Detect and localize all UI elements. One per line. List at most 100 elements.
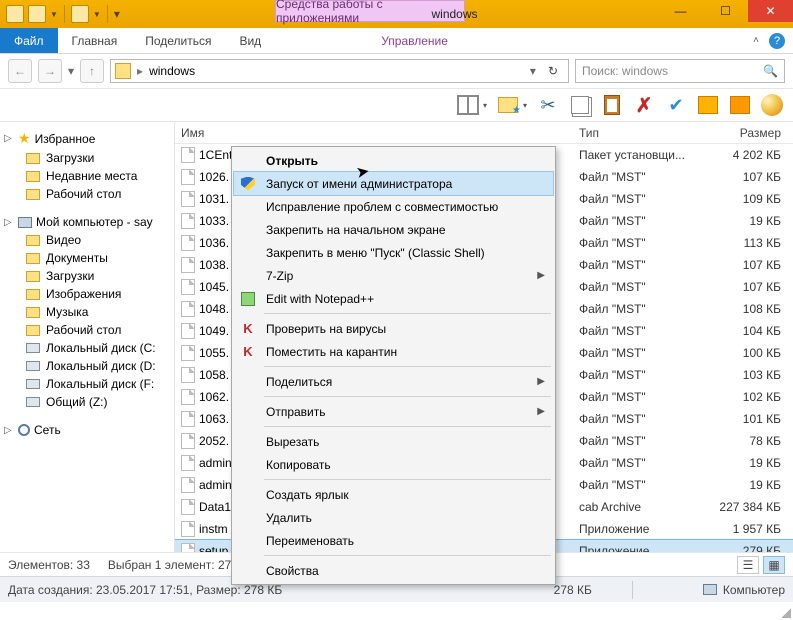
kaspersky-icon: K bbox=[243, 321, 252, 336]
nav-favorites-header[interactable]: ▷★Избранное bbox=[0, 128, 174, 149]
column-type[interactable]: Тип bbox=[579, 126, 713, 140]
file-icon bbox=[181, 521, 195, 537]
file-icon bbox=[181, 367, 195, 383]
file-icon bbox=[181, 191, 195, 207]
layout-panes-icon[interactable] bbox=[457, 94, 479, 116]
menu-item[interactable]: Вырезать bbox=[234, 430, 553, 453]
tool-icon[interactable] bbox=[697, 94, 719, 116]
menu-item[interactable]: KПроверить на вирусы bbox=[234, 317, 553, 340]
context-menu[interactable]: ОткрытьЗапуск от имени администратораИсп… bbox=[231, 146, 556, 585]
drive-icon bbox=[26, 343, 40, 353]
paste-icon[interactable] bbox=[601, 94, 623, 116]
maximize-button[interactable]: ☐ bbox=[703, 0, 748, 22]
file-icon bbox=[181, 235, 195, 251]
sidebar-item[interactable]: Изображения bbox=[0, 285, 174, 303]
folder-icon bbox=[26, 307, 40, 318]
sidebar-item[interactable]: Загрузки bbox=[0, 267, 174, 285]
tab-home[interactable]: Главная bbox=[58, 28, 132, 53]
qat-icon[interactable] bbox=[71, 5, 89, 23]
view-icons-button[interactable]: ▦ bbox=[763, 556, 785, 574]
qat-icon[interactable] bbox=[28, 5, 46, 23]
column-size[interactable]: Размер bbox=[713, 126, 791, 140]
sidebar-item[interactable]: Общий (Z:) bbox=[0, 393, 174, 411]
tab-manage[interactable]: Управление bbox=[367, 28, 462, 53]
sidebar-item[interactable]: Загрузки bbox=[0, 149, 174, 167]
menu-item[interactable]: Запуск от имени администратора bbox=[234, 172, 553, 195]
folder-icon bbox=[26, 235, 40, 246]
nav-computer-header[interactable]: ▷Мой компьютер - say bbox=[0, 213, 174, 231]
up-button[interactable]: ↑ bbox=[80, 59, 104, 83]
menu-item[interactable]: Открыть bbox=[234, 149, 553, 172]
resize-grip-icon[interactable] bbox=[779, 606, 791, 618]
file-icon bbox=[181, 455, 195, 471]
tab-view[interactable]: Вид bbox=[225, 28, 275, 53]
properties-icon[interactable]: ✔ bbox=[665, 94, 687, 116]
nav-network-header[interactable]: ▷Сеть bbox=[0, 421, 174, 439]
menu-item[interactable]: Копировать bbox=[234, 453, 553, 476]
sidebar-item[interactable]: Рабочий стол bbox=[0, 185, 174, 203]
file-icon bbox=[181, 389, 195, 405]
chevron-down-icon[interactable]: ▾ bbox=[530, 64, 536, 78]
menu-item[interactable]: Переименовать bbox=[234, 529, 553, 552]
column-name[interactable]: Имя bbox=[181, 126, 461, 140]
tab-share[interactable]: Поделиться bbox=[131, 28, 225, 53]
delete-icon[interactable]: ✗ bbox=[633, 94, 655, 116]
sidebar-item[interactable]: Локальный диск (D: bbox=[0, 357, 174, 375]
copy-icon[interactable] bbox=[569, 94, 591, 116]
sidebar-item[interactable]: Недавние места bbox=[0, 167, 174, 185]
history-dropdown-icon[interactable]: ▾ bbox=[68, 64, 74, 78]
organize-icon[interactable] bbox=[497, 94, 519, 116]
sidebar-item[interactable]: Музыка bbox=[0, 303, 174, 321]
breadcrumb[interactable]: windows bbox=[149, 64, 195, 78]
titlebar: ▼ ▼ ▾ Средства работы с приложениями win… bbox=[0, 0, 793, 28]
drive-icon bbox=[26, 361, 40, 371]
column-headers[interactable]: Имя Тип Размер bbox=[175, 122, 793, 144]
file-icon bbox=[181, 169, 195, 185]
qat-icon[interactable] bbox=[6, 5, 24, 23]
close-button[interactable]: ✕ bbox=[748, 0, 793, 22]
quick-access-toolbar: ▼ ▼ ▾ bbox=[0, 5, 120, 23]
folder-icon bbox=[26, 325, 40, 336]
menu-item[interactable]: KПоместить на карантин bbox=[234, 340, 553, 363]
sidebar-item[interactable]: Документы bbox=[0, 249, 174, 267]
sidebar-item[interactable]: Локальный диск (F: bbox=[0, 375, 174, 393]
menu-item[interactable]: Отправить▶ bbox=[234, 400, 553, 423]
view-details-button[interactable]: ☰ bbox=[737, 556, 759, 574]
menu-item[interactable]: Закрепить в меню "Пуск" (Classic Shell) bbox=[234, 241, 553, 264]
ribbon-collapse-icon[interactable]: ˄ bbox=[753, 35, 759, 46]
file-icon bbox=[181, 301, 195, 317]
selection-size: 278 КБ bbox=[554, 583, 592, 597]
command-toolbar: ▾ ▾ ✂ ✗ ✔ bbox=[0, 88, 793, 122]
folder-icon bbox=[26, 189, 40, 200]
sidebar-item[interactable]: Видео bbox=[0, 231, 174, 249]
search-input[interactable]: Поиск: windows 🔍 bbox=[575, 59, 785, 83]
forward-button[interactable]: → bbox=[38, 59, 62, 83]
sidebar-item[interactable]: Локальный диск (C: bbox=[0, 339, 174, 357]
file-icon bbox=[181, 411, 195, 427]
file-icon bbox=[181, 257, 195, 273]
menu-item[interactable]: Edit with Notepad++ bbox=[234, 287, 553, 310]
shell-icon[interactable] bbox=[761, 94, 783, 116]
menu-item[interactable]: Создать ярлык bbox=[234, 483, 553, 506]
sidebar-item[interactable]: Рабочий стол bbox=[0, 321, 174, 339]
notepadpp-icon bbox=[241, 292, 255, 306]
refresh-icon[interactable]: ↻ bbox=[542, 64, 564, 78]
navigation-pane[interactable]: ▷★Избранное ЗагрузкиНедавние местаРабочи… bbox=[0, 122, 175, 552]
file-icon bbox=[181, 213, 195, 229]
cut-icon[interactable]: ✂ bbox=[537, 94, 559, 116]
tab-file[interactable]: Файл bbox=[0, 28, 58, 53]
menu-item[interactable]: Поделиться▶ bbox=[234, 370, 553, 393]
back-button[interactable]: ← bbox=[8, 59, 32, 83]
menu-item[interactable]: Закрепить на начальном экране bbox=[234, 218, 553, 241]
file-icon bbox=[181, 543, 195, 552]
menu-item[interactable]: 7-Zip▶ bbox=[234, 264, 553, 287]
help-icon[interactable]: ? bbox=[769, 33, 785, 49]
minimize-button[interactable]: — bbox=[658, 0, 703, 22]
location-label: Компьютер bbox=[723, 583, 785, 597]
address-bar[interactable]: ▸ windows ▾ ↻ bbox=[110, 59, 569, 83]
folder-icon bbox=[26, 171, 40, 182]
menu-item[interactable]: Свойства bbox=[234, 559, 553, 582]
tool-icon[interactable] bbox=[729, 94, 751, 116]
menu-item[interactable]: Удалить bbox=[234, 506, 553, 529]
menu-item[interactable]: Исправление проблем с совместимостью bbox=[234, 195, 553, 218]
